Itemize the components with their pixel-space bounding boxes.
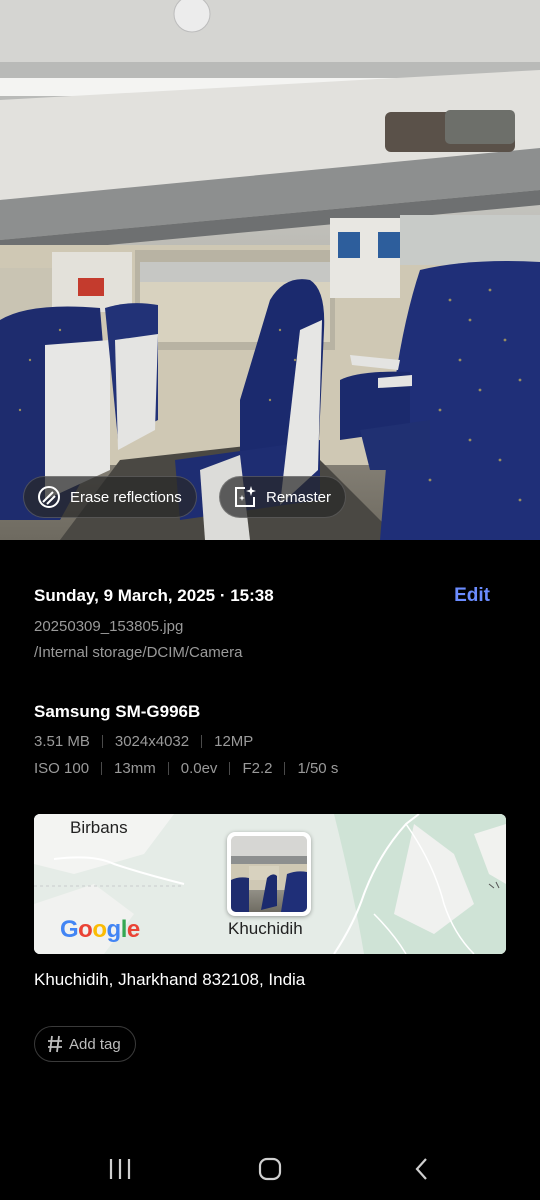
resolution: 3024x4032 <box>114 733 190 750</box>
photo-datetime: Sunday, 9 March, 2025 · 15:38 <box>34 586 274 605</box>
home-icon <box>258 1157 282 1181</box>
erase-reflections-label: Erase reflections <box>70 488 182 506</box>
pin-thumbnail-image <box>231 836 307 912</box>
file-path: /Internal storage/DCIM/Camera <box>34 644 243 661</box>
exposure-value: 0.0ev <box>180 760 218 777</box>
divider <box>201 735 203 748</box>
edit-button[interactable]: Edit <box>454 585 490 607</box>
divider <box>284 762 286 775</box>
hash-icon <box>48 1035 62 1053</box>
system-navigation-bar <box>0 1130 540 1200</box>
iso: ISO 100 <box>34 760 90 777</box>
location-map[interactable]: Birbans Khuchidih Google <box>34 814 506 954</box>
home-button[interactable] <box>250 1154 290 1184</box>
camera-specs: ISO 100 13mm 0.0ev F2.2 1/50 s <box>34 760 338 777</box>
focal-length: 13mm <box>114 760 156 777</box>
file-specs: 3.51 MB 3024x4032 12MP <box>34 733 253 750</box>
file-size: 3.51 MB <box>34 733 90 750</box>
map-place-label: Birbans <box>70 818 128 837</box>
recents-icon <box>109 1159 131 1179</box>
aperture: F2.2 <box>242 760 273 777</box>
remaster-button[interactable]: Remaster <box>219 476 347 518</box>
divider <box>101 762 103 775</box>
remaster-icon <box>235 486 256 507</box>
divider <box>167 762 169 775</box>
recents-button[interactable] <box>100 1154 140 1184</box>
map-pin-label: Khuchidih <box>228 919 303 938</box>
map-photo-pin[interactable] <box>227 832 311 916</box>
erase-reflections-icon <box>38 486 60 508</box>
date-row: Sunday, 9 March, 2025 · 15:38 Edit <box>34 585 506 610</box>
shutter-speed: 1/50 s <box>297 760 339 777</box>
location-address: Khuchidih, Jharkhand 832108, India <box>34 970 306 989</box>
file-name: 20250309_153805.jpg <box>34 618 184 635</box>
back-button[interactable] <box>402 1154 442 1184</box>
divider <box>229 762 231 775</box>
pin-thumbnail <box>231 836 307 912</box>
google-logo: Google <box>60 916 140 943</box>
divider <box>101 735 103 748</box>
add-tag-label: Add tag <box>69 1035 121 1053</box>
train-interior-photo <box>0 0 540 540</box>
back-icon <box>415 1158 427 1180</box>
add-tag-button[interactable]: Add tag <box>34 1026 136 1062</box>
photo-preview[interactable]: Erase reflections Remaster <box>0 0 540 540</box>
device-name: Samsung SM-G996B <box>34 702 201 721</box>
remaster-label: Remaster <box>266 488 332 506</box>
erase-reflections-button[interactable]: Erase reflections <box>23 476 197 518</box>
megapixels: 12MP <box>214 733 254 750</box>
